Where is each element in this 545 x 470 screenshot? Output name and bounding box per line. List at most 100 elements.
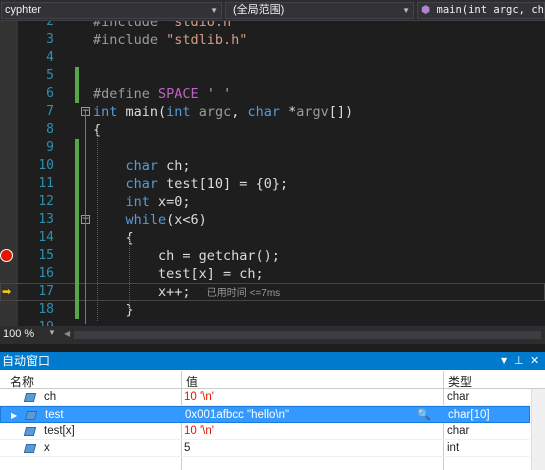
table-row[interactable]: test[x] 10 '\n' char	[0, 423, 530, 440]
line-number: 19	[20, 319, 54, 326]
var-value[interactable]: 10 '\n'	[184, 389, 214, 406]
line-number: 3	[46, 32, 54, 47]
code-line[interactable]: 11 char test[10] = {0};	[0, 175, 545, 193]
table-row[interactable]: x 5 int	[0, 440, 530, 457]
var-type: char	[447, 391, 470, 403]
change-marker	[75, 85, 79, 103]
column-name[interactable]: 名称	[10, 373, 34, 390]
scope-dropdown[interactable]: (全局范围) ▼	[225, 2, 414, 19]
indent-guide	[97, 128, 98, 321]
code-text: {	[93, 230, 134, 246]
column-value[interactable]: 值	[186, 373, 198, 390]
code-text: char test[10] = {0};	[125, 176, 289, 192]
code-text: #include "stdio.h"	[93, 21, 240, 30]
code-text: while(x<6)	[125, 212, 207, 228]
change-marker	[75, 283, 79, 301]
change-marker	[75, 139, 79, 157]
line-number: 5	[46, 68, 54, 83]
code-line[interactable]: 10 char ch;	[0, 157, 545, 175]
horizontal-scrollbar[interactable]	[74, 331, 541, 339]
change-marker	[75, 67, 79, 85]
code-editor[interactable]: 2 #include "stdio.h" 3 #include "stdlib.h" 4…	[0, 21, 545, 326]
line-number: 10	[38, 158, 54, 173]
function-icon: ⬢	[421, 4, 431, 16]
line-number: 7	[46, 104, 54, 119]
line-number: 13	[38, 212, 54, 227]
code-line[interactable]: 4	[0, 49, 545, 67]
autos-title-bar: 自动窗口 ▼ ⊥ ✕	[0, 352, 545, 370]
code-text: int x=0;	[125, 194, 191, 210]
chevron-down-icon[interactable]: ▼	[48, 328, 56, 337]
instruction-pointer-icon[interactable]: ➡	[2, 283, 11, 301]
code-line[interactable]: 12 int x=0;	[0, 193, 545, 211]
code-line[interactable]: 6 #define SPACE ' '	[0, 85, 545, 103]
var-name: x	[44, 442, 50, 454]
code-line[interactable]: 2 #include "stdio.h"	[0, 21, 545, 31]
editor-status-bar: 100 % ▼ ◀	[0, 326, 545, 344]
code-line[interactable]: 8{	[0, 121, 545, 139]
change-marker	[75, 211, 79, 229]
vertical-scrollbar[interactable]	[531, 389, 545, 470]
var-value[interactable]: 10 '\n'	[184, 423, 214, 440]
code-text: #define SPACE ' '	[93, 86, 232, 102]
code-line[interactable]: 18 }	[0, 301, 545, 319]
line-number: 9	[46, 140, 54, 155]
column-type[interactable]: 类型	[448, 373, 472, 390]
change-marker	[75, 229, 79, 247]
line-number: 18	[38, 302, 54, 317]
var-value[interactable]: 0x001afbcc "hello\n"	[185, 407, 289, 424]
code-line[interactable]: 3 #include "stdlib.h"	[0, 31, 545, 49]
autos-column-header: 名称 值 类型	[0, 371, 545, 389]
code-line[interactable]: 7− int main(int argc, char *argv[])	[0, 103, 545, 121]
code-line[interactable]: 16 test[x] = ch;	[0, 265, 545, 283]
code-line[interactable]: 17 x++; 已用时间 <=7ms	[0, 283, 545, 301]
line-number: 4	[46, 50, 54, 65]
pin-icon[interactable]: ⊥	[514, 352, 524, 370]
function-dropdown[interactable]: ⬢ main(int argc, char *argv[])	[417, 2, 545, 19]
chevron-down-icon: ▼	[210, 6, 218, 15]
line-number: 14	[38, 230, 54, 245]
change-marker	[75, 247, 79, 265]
table-row[interactable]: ▶ test 0x001afbcc "hello\n" 🔍 char[10]	[0, 406, 530, 423]
variable-icon	[24, 411, 38, 420]
code-line[interactable]: 9	[0, 139, 545, 157]
var-type: char[10]	[448, 409, 490, 421]
scroll-left-icon[interactable]: ◀	[64, 329, 70, 338]
var-type: char	[447, 425, 470, 437]
scope-label: (全局范围)	[233, 4, 285, 16]
line-number: 6	[46, 86, 54, 101]
breakpoint-icon[interactable]	[0, 249, 13, 262]
line-number: 16	[38, 266, 54, 281]
var-name: test[x]	[44, 425, 75, 437]
autos-title: 自动窗口	[2, 354, 51, 368]
navigation-bar: cyphter ▼ (全局范围) ▼ ⬢ main(int argc, char…	[0, 0, 545, 21]
code-line[interactable]: 19	[0, 319, 545, 326]
code-line[interactable]: 15 ch = getchar();	[0, 247, 545, 265]
variable-icon	[23, 393, 37, 402]
code-text: x++; 已用时间 <=7ms	[93, 284, 281, 300]
code-line[interactable]: 13− while(x<6)	[0, 211, 545, 229]
line-number: 12	[38, 194, 54, 209]
var-value[interactable]: 5	[184, 440, 190, 457]
code-text: int main(int argc, char *argv[])	[93, 104, 354, 120]
variable-icon	[23, 427, 37, 436]
table-row[interactable]: ch 10 '\n' char	[0, 389, 530, 406]
change-marker	[75, 193, 79, 211]
fold-region-line	[85, 109, 86, 324]
var-type: int	[447, 442, 460, 454]
change-marker	[75, 175, 79, 193]
close-icon[interactable]: ✕	[530, 352, 539, 370]
var-name: test	[45, 409, 64, 421]
change-marker	[75, 265, 79, 283]
window-menu-icon[interactable]: ▼	[501, 352, 507, 370]
code-text: test[x] = ch;	[93, 266, 264, 282]
code-line[interactable]: 14 {	[0, 229, 545, 247]
expand-icon[interactable]: ▶	[11, 407, 17, 424]
line-number: 11	[38, 176, 54, 191]
magnifier-icon[interactable]: 🔍	[417, 407, 431, 424]
zoom-level[interactable]: 100 %	[3, 328, 34, 340]
var-name: ch	[44, 391, 57, 403]
change-marker	[75, 301, 79, 319]
project-dropdown[interactable]: cyphter ▼	[1, 2, 222, 19]
code-line[interactable]: 5	[0, 67, 545, 85]
